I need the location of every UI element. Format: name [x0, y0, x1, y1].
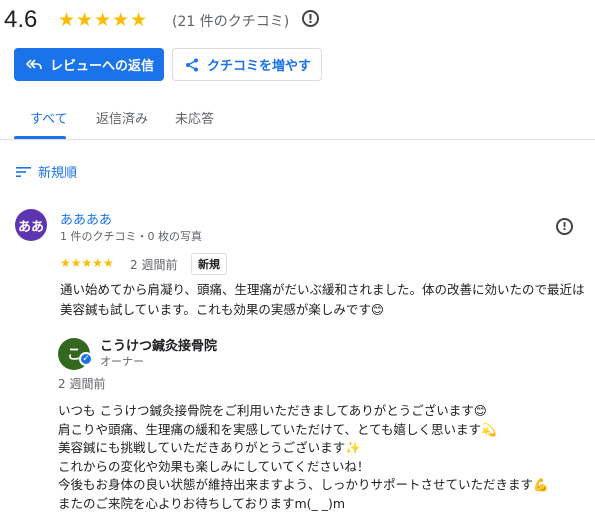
review-text: 通い始めてから肩凝り、頭痛、生理痛がだいぶ緩和されました。体の改善に効いたので最…	[60, 282, 585, 317]
tab-all[interactable]: すべて	[30, 108, 68, 127]
reviewer-avatar[interactable]: ああ	[15, 209, 47, 241]
reply-all-icon	[26, 58, 42, 69]
verified-check-icon: ✓	[79, 352, 93, 366]
info-icon[interactable]: !	[302, 10, 319, 27]
tabs-divider	[0, 139, 595, 140]
report-review-icon[interactable]: !	[556, 218, 573, 235]
owner-role: オーナー	[100, 355, 144, 368]
reviewer-meta: 1 件のクチコミ・0 枚の写真	[60, 230, 202, 243]
get-more-reviews-button[interactable]: クチコミを増やす	[172, 48, 322, 81]
reply-to-reviews-label: レビューへの返信	[50, 59, 155, 74]
reply-line: またのご来院を心よりお待ちしておりますm(_ _)m	[58, 495, 346, 511]
reply-to-reviews-button[interactable]: レビューへの返信	[14, 48, 164, 81]
reply-line: 肩こりや頭痛、生理痛の緩和を実感していただけて、とても嬉しく思います💫	[58, 421, 497, 437]
owner-name: こうけつ鍼灸接骨院	[100, 339, 218, 354]
review-stars: ★★★★★	[60, 256, 114, 270]
reply-text: いつも こうけつ鍼灸接骨院をご利用いただきましてありがとうございます😊 肩こりや…	[58, 402, 588, 513]
reply-time: 2 週間前	[58, 377, 106, 391]
review-count: (21 件のクチコミ)	[172, 14, 290, 30]
new-badge: 新規	[191, 253, 227, 275]
reviewer-name[interactable]: ああああ	[60, 209, 112, 228]
reply-line: これからの変化や効果も楽しみにしていてくださいね！	[58, 458, 370, 474]
reply-line: いつも こうけつ鍼灸接骨院をご利用いただきましてありがとうございます😊	[58, 403, 487, 418]
reply-line: 今後もお身体の良い状態が維持出来ますよう、しっかりサポートさせていただきます💪	[58, 477, 549, 492]
tab-unanswered[interactable]: 未応答	[175, 108, 214, 127]
review-time: 2 週間前	[130, 258, 178, 272]
sort-icon[interactable]	[16, 166, 32, 178]
rating-score: 4.6	[4, 6, 38, 33]
rating-stars: ★★★★★	[58, 9, 149, 31]
reply-line: 美容鍼にも挑戦していただきありがとうございます✨	[58, 440, 361, 455]
share-icon	[186, 58, 198, 71]
sort-newest-button[interactable]: 新規順	[38, 162, 77, 181]
tab-replied[interactable]: 返信済み	[96, 108, 148, 127]
get-more-reviews-label: クチコミを増やす	[207, 59, 312, 74]
